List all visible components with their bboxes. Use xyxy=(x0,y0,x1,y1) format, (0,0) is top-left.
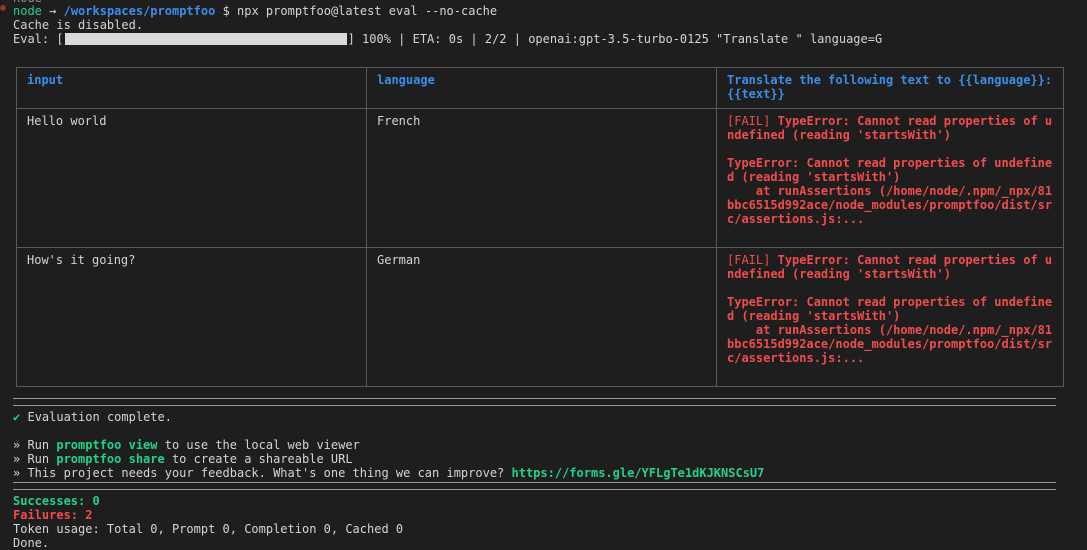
prompt-arrow-icon: → xyxy=(49,4,57,18)
header-language: language xyxy=(366,67,717,109)
tip-share-line: » Run promptfoo share to create a sharea… xyxy=(13,452,353,466)
completion-text: Evaluation complete. xyxy=(27,410,172,424)
tip-view-line: » Run promptfoo view to use the local we… xyxy=(13,438,360,452)
error-detail: TypeError: Cannot read properties of und… xyxy=(727,295,1053,323)
fail-tag: [FAIL] xyxy=(727,114,771,128)
error-status-icon: ⊗ xyxy=(0,3,7,14)
prompt-path: /workspaces/promptfoo xyxy=(63,4,216,18)
eval-prefix: Eval: [ xyxy=(13,32,64,46)
cache-message: Cache is disabled. xyxy=(13,18,144,32)
view-command: promptfoo view xyxy=(56,438,158,452)
table-row: How's it going? German [FAIL] TypeError:… xyxy=(16,247,1064,387)
feedback-link[interactable]: https://forms.gle/YFLgTe1dKJKNSCsU7 xyxy=(512,466,765,480)
separator-bottom xyxy=(13,482,1056,490)
cell-language: French xyxy=(366,108,717,248)
eval-progress-line: Eval: [ ] 100% | ETA: 0s | 2/2 | openai:g… xyxy=(13,32,882,46)
prompt-user: node xyxy=(13,4,42,18)
eval-status: ] 100% | ETA: 0s | 2/2 | openai:gpt-3.5-… xyxy=(347,32,883,46)
cell-language: German xyxy=(366,247,717,387)
done-text: Done. xyxy=(13,536,50,550)
fail-tag: [FAIL] xyxy=(727,253,771,267)
tip-prefix: » Run xyxy=(13,452,57,466)
progress-bar xyxy=(64,33,347,45)
error-stack: at runAssertions (/home/node/.npm/_npx/8… xyxy=(727,323,1053,365)
separator-top xyxy=(13,398,1056,406)
error-detail: TypeError: Cannot read properties of und… xyxy=(727,156,1053,184)
header-input: input xyxy=(16,67,367,109)
prompt-symbol: $ xyxy=(222,4,230,18)
cell-output: [FAIL] TypeError: Cannot read properties… xyxy=(716,108,1064,248)
header-prompt: Translate the following text to {{langua… xyxy=(716,67,1064,109)
table-row: Hello world French [FAIL] TypeError: Can… xyxy=(16,108,1064,248)
fail-message: TypeError: Cannot read properties of und… xyxy=(727,114,1053,142)
successes-count: Successes: 0 xyxy=(13,494,100,508)
prompt-line: node → /workspaces/promptfoo $ npx promp… xyxy=(13,4,497,18)
feedback-prefix: » This project needs your feedback. What… xyxy=(13,466,512,480)
cell-input: How's it going? xyxy=(16,247,367,387)
table-header-row: input language Translate the following t… xyxy=(16,67,1064,109)
failures-count: Failures: 2 xyxy=(13,508,93,522)
error-stack: at runAssertions (/home/node/.npm/_npx/8… xyxy=(727,184,1053,226)
share-command: promptfoo share xyxy=(56,452,165,466)
tip-suffix: to create a shareable URL xyxy=(164,452,353,466)
token-usage: Token usage: Total 0, Prompt 0, Completi… xyxy=(13,522,404,536)
check-icon: ✔ xyxy=(13,410,21,424)
completion-line: ✔ Evaluation complete. xyxy=(13,410,172,424)
results-table: input language Translate the following t… xyxy=(16,67,1064,387)
cell-input: Hello world xyxy=(16,108,367,248)
tip-suffix: to use the local web viewer xyxy=(157,438,360,452)
feedback-line: » This project needs your feedback. What… xyxy=(13,466,764,480)
cell-output: [FAIL] TypeError: Cannot read properties… xyxy=(716,247,1064,387)
tip-prefix: » Run xyxy=(13,438,57,452)
fail-message: TypeError: Cannot read properties of und… xyxy=(727,253,1053,281)
command-text: npx promptfoo@latest eval --no-cache xyxy=(237,4,498,18)
